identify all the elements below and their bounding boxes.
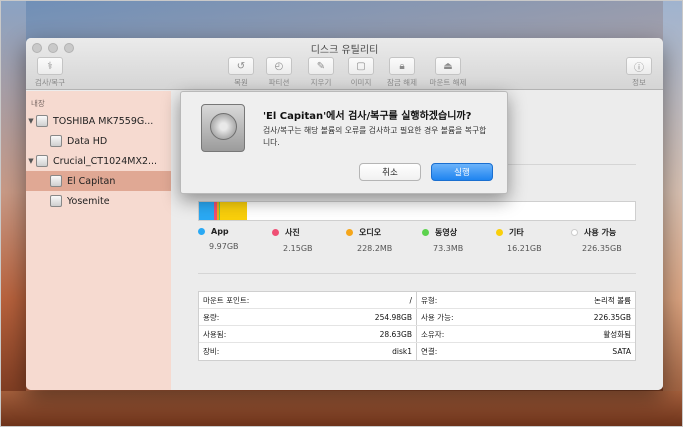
info-label: 용량: bbox=[203, 312, 220, 322]
sidebar-item-crucial[interactable]: ▼ Crucial_CT1024MX2... bbox=[26, 151, 171, 171]
info-value: SATA bbox=[612, 347, 631, 356]
free-color-dot bbox=[571, 229, 578, 236]
info-value: 활성화됨 bbox=[603, 329, 631, 339]
info-value: 28.63GB bbox=[379, 329, 412, 339]
movies-color-dot bbox=[422, 229, 429, 236]
erase-tool[interactable]: ✎ 지우기 bbox=[301, 57, 341, 88]
sidebar-item-label: TOSHIBA MK7559G... bbox=[53, 115, 154, 127]
info-value: / bbox=[409, 295, 412, 305]
photos-color-dot bbox=[272, 229, 279, 236]
info-row: 용량: 254.98GB 사용 가능: 226.35GB bbox=[199, 309, 635, 326]
disclosure-triangle-icon[interactable]: ▼ bbox=[26, 117, 36, 125]
lock-tool[interactable]: 🔒︎ 잠금 해제 bbox=[380, 57, 424, 88]
usage-segment-other bbox=[220, 202, 247, 220]
volume-icon bbox=[50, 195, 62, 207]
disk-platter bbox=[210, 113, 237, 140]
window-title: 디스크 유틸리티 bbox=[310, 45, 379, 56]
info-tool[interactable]: ⓘ 정보 bbox=[622, 57, 656, 88]
dialog-message: 검사/복구는 해당 볼륨의 오류를 검사하고 필요한 경우 볼륨을 복구합니다. bbox=[263, 126, 487, 147]
info-label: 연결: bbox=[421, 347, 438, 356]
desktop-wallpaper-left bbox=[0, 0, 26, 427]
first-aid-confirm-dialog: 'El Capitan'에서 검사/복구를 실행하겠습니까? 검사/복구는 해당… bbox=[180, 91, 508, 194]
storage-usage-bar bbox=[198, 201, 636, 221]
dialog-title: 'El Capitan'에서 검사/복구를 실행하겠습니까? bbox=[263, 111, 472, 122]
first-aid-label: 검사/복구 bbox=[34, 78, 66, 87]
legend-name: 사진 bbox=[285, 228, 300, 237]
info-value: 논리적 볼륨 bbox=[594, 295, 631, 305]
volume-info-table: 마운트 포인트: / 유형: 논리적 볼륨 용량: 254.98GB 사용 가능: 22… bbox=[198, 291, 636, 361]
volume-icon bbox=[50, 135, 62, 147]
sidebar-item-label: Crucial_CT1024MX2... bbox=[53, 155, 158, 167]
run-button[interactable]: 실행 bbox=[431, 163, 493, 181]
eject-icon[interactable]: ⏏ bbox=[435, 57, 461, 75]
desktop-wallpaper-right bbox=[663, 0, 683, 427]
legend-name: 동영상 bbox=[435, 228, 458, 237]
restore-tool[interactable]: ↺ 복원 bbox=[221, 57, 261, 88]
image-icon[interactable]: ▢ bbox=[348, 57, 374, 75]
info-row: 마운트 포인트: / 유형: 논리적 볼륨 bbox=[199, 292, 635, 309]
restore-icon[interactable]: ↺ bbox=[228, 57, 254, 75]
legend-name: App bbox=[211, 227, 229, 236]
divider bbox=[198, 273, 636, 274]
partition-label: 파티션 bbox=[268, 78, 290, 87]
audio-color-dot bbox=[346, 229, 353, 236]
info-row: 장비: disk1 연결: SATA bbox=[199, 343, 635, 360]
legend-name: 기타 bbox=[509, 228, 524, 237]
legend-name: 사용 가능 bbox=[584, 228, 617, 237]
app-color-dot bbox=[198, 228, 205, 235]
legend-name: 오디오 bbox=[359, 228, 382, 237]
erase-icon[interactable]: ✎ bbox=[308, 57, 334, 75]
lock-label: 잠금 해제 bbox=[387, 78, 417, 87]
sidebar-item-label: Yosemite bbox=[67, 195, 110, 207]
hard-disk-icon bbox=[36, 155, 48, 167]
disclosure-triangle-icon[interactable]: ▼ bbox=[26, 157, 36, 165]
usage-segment-app bbox=[199, 202, 214, 220]
image-tool[interactable]: ▢ 이미지 bbox=[341, 57, 381, 88]
first-aid-tool[interactable]: ⚕ 검사/복구 bbox=[30, 57, 70, 88]
volume-icon bbox=[50, 175, 62, 187]
info-label: 정보 bbox=[632, 78, 646, 87]
sidebar-item-toshiba[interactable]: ▼ TOSHIBA MK7559G... bbox=[26, 111, 171, 131]
partition-tool[interactable]: ◴ 파티션 bbox=[259, 57, 299, 88]
partition-icon[interactable]: ◴ bbox=[266, 57, 292, 75]
sidebar-item-el-capitan[interactable]: El Capitan bbox=[26, 171, 171, 191]
info-value: 226.35GB bbox=[593, 312, 631, 322]
info-label: 마운트 포인트: bbox=[203, 295, 250, 305]
hard-disk-icon bbox=[36, 115, 48, 127]
sidebar: 내장 ▼ TOSHIBA MK7559G... Data HD ▼ Crucia… bbox=[26, 91, 171, 390]
image-label: 이미지 bbox=[350, 78, 372, 87]
info-label: 장비: bbox=[203, 347, 220, 356]
restore-label: 복원 bbox=[234, 78, 248, 87]
info-label: 사용됨: bbox=[203, 329, 227, 339]
sidebar-item-label: El Capitan bbox=[67, 175, 116, 187]
titlebar: 디스크 유틸리티 ⚕ 검사/복구 ↺ 복원 ◴ 파티션 ✎ 지우기 ▢ 이미지 … bbox=[26, 38, 663, 90]
sidebar-item-data-hd[interactable]: Data HD bbox=[26, 131, 171, 151]
info-row: 사용됨: 28.63GB 소유자: 활성화됨 bbox=[199, 326, 635, 343]
info-icon[interactable]: ⓘ bbox=[626, 57, 652, 75]
sidebar-section-internal: 내장 bbox=[31, 99, 45, 108]
stethoscope-icon[interactable]: ⚕ bbox=[37, 57, 63, 75]
hard-drive-icon bbox=[201, 104, 245, 152]
desktop-wallpaper-bottom bbox=[0, 391, 683, 427]
info-label: 사용 가능: bbox=[421, 312, 454, 322]
legend-free: 사용 가능 226.35GB bbox=[571, 227, 661, 253]
unmount-label: 마운트 해제 bbox=[429, 78, 467, 87]
sidebar-item-yosemite[interactable]: Yosemite bbox=[26, 191, 171, 211]
other-color-dot bbox=[496, 229, 503, 236]
erase-label: 지우기 bbox=[310, 78, 332, 87]
info-label: 유형: bbox=[421, 295, 438, 305]
cancel-button[interactable]: 취소 bbox=[359, 163, 421, 181]
info-label: 소유자: bbox=[421, 329, 445, 339]
lock-icon[interactable]: 🔒︎ bbox=[389, 57, 415, 75]
legend-size: 226.35GB bbox=[582, 244, 622, 253]
info-value: 254.98GB bbox=[374, 312, 412, 322]
info-value: disk1 bbox=[392, 347, 412, 356]
sidebar-item-label: Data HD bbox=[67, 135, 108, 147]
unmount-tool[interactable]: ⏏ 마운트 해제 bbox=[424, 57, 472, 88]
